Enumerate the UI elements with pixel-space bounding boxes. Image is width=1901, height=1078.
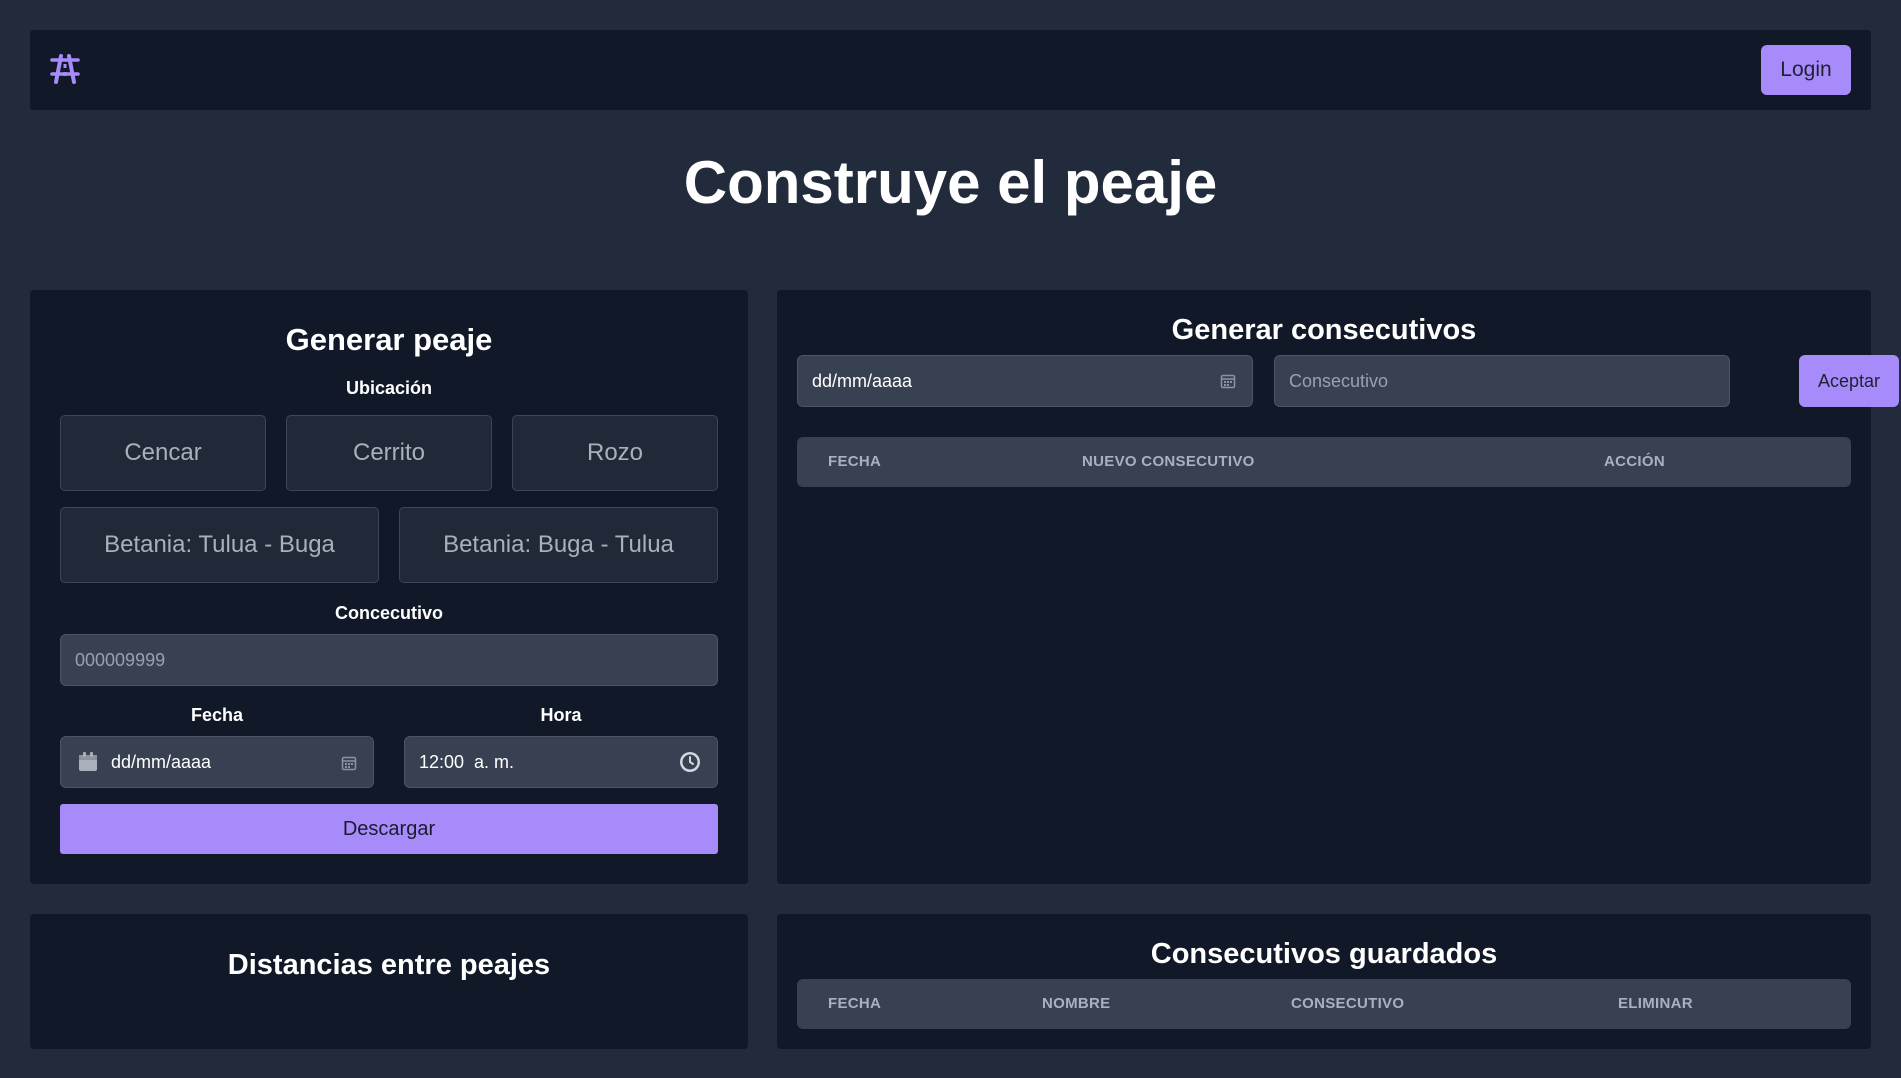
consecutivos-fecha-value: dd/mm/aaaa [812,370,913,391]
descargar-button[interactable]: Descargar [60,804,718,854]
distancias-card: Distancias entre peajes [30,914,748,1049]
consecutivos-guardados-title: Consecutivos guardados [1150,938,1498,970]
column-header-eliminar: ELIMINAR [1618,995,1693,1012]
calendar-icon [79,752,97,771]
ubicacion-label: Ubicación [345,378,433,398]
generar-peaje-title: Generar peaje [285,322,493,357]
location-button-cerrito[interactable]: Cerrito [286,415,492,491]
hora-value: 12:00 a. m. [419,751,515,772]
consecutivos-table-header: FECHA NUEVO CONSECUTIVO ACCIÓN [797,437,1851,487]
login-button[interactable]: Login [1761,45,1851,95]
generar-consecutivos-card: Generar consecutivos dd/mm/aaaa Aceptar … [777,290,1899,884]
column-header-consecutivo: CONSECUTIVO [1291,995,1405,1012]
consecutivos-fecha-field[interactable]: dd/mm/aaaa [797,355,1253,407]
consecutivo-nuevo-field [1274,355,1730,407]
generar-peaje-card: Generar peaje Ubicación Cencar Cerrito R… [30,290,748,884]
distancias-title: Distancias entre peajes [227,949,551,981]
fecha-field[interactable]: dd/mm/aaaa [60,736,374,788]
column-header-accion: ACCIÓN [1604,453,1665,470]
consecutivo-field [60,634,718,686]
location-button-betania-buga-tulua[interactable]: Betania: Buga - Tulua [399,507,718,583]
column-header-nuevo-consecutivo: NUEVO CONSECUTIVO [1082,453,1255,470]
location-button-cencar[interactable]: Cencar [60,415,266,491]
consecutivo-label: Concecutivo [334,603,444,623]
fecha-label: Fecha [190,705,244,725]
aceptar-button[interactable]: Aceptar [1799,355,1899,407]
column-header-fecha: FECHA [828,995,882,1012]
hora-field[interactable]: 12:00 a. m. [404,736,718,788]
consecutivo-input[interactable] [61,635,717,685]
page-title: Construye el peaje [683,149,1218,216]
location-button-betania-tulua-buga[interactable]: Betania: Tulua - Buga [60,507,379,583]
generar-consecutivos-title: Generar consecutivos [1171,314,1477,346]
fecha-value: dd/mm/aaaa [111,751,212,772]
location-button-rozo[interactable]: Rozo [512,415,718,491]
calendar-picker-icon[interactable] [1220,373,1236,389]
navbar: Login [30,30,1871,110]
road-logo-icon[interactable] [48,52,82,86]
calendar-picker-icon[interactable] [341,755,357,771]
hora-label: Hora [540,705,582,725]
consecutivos-guardados-card: Consecutivos guardados FECHA NOMBRE CONS… [777,914,1871,1049]
column-header-fecha: FECHA [828,453,882,470]
clock-icon[interactable] [679,751,701,773]
column-header-nombre: NOMBRE [1042,995,1111,1012]
guardados-table-header: FECHA NOMBRE CONSECUTIVO ELIMINAR [797,979,1851,1029]
consecutivo-nuevo-input[interactable] [1275,356,1729,406]
